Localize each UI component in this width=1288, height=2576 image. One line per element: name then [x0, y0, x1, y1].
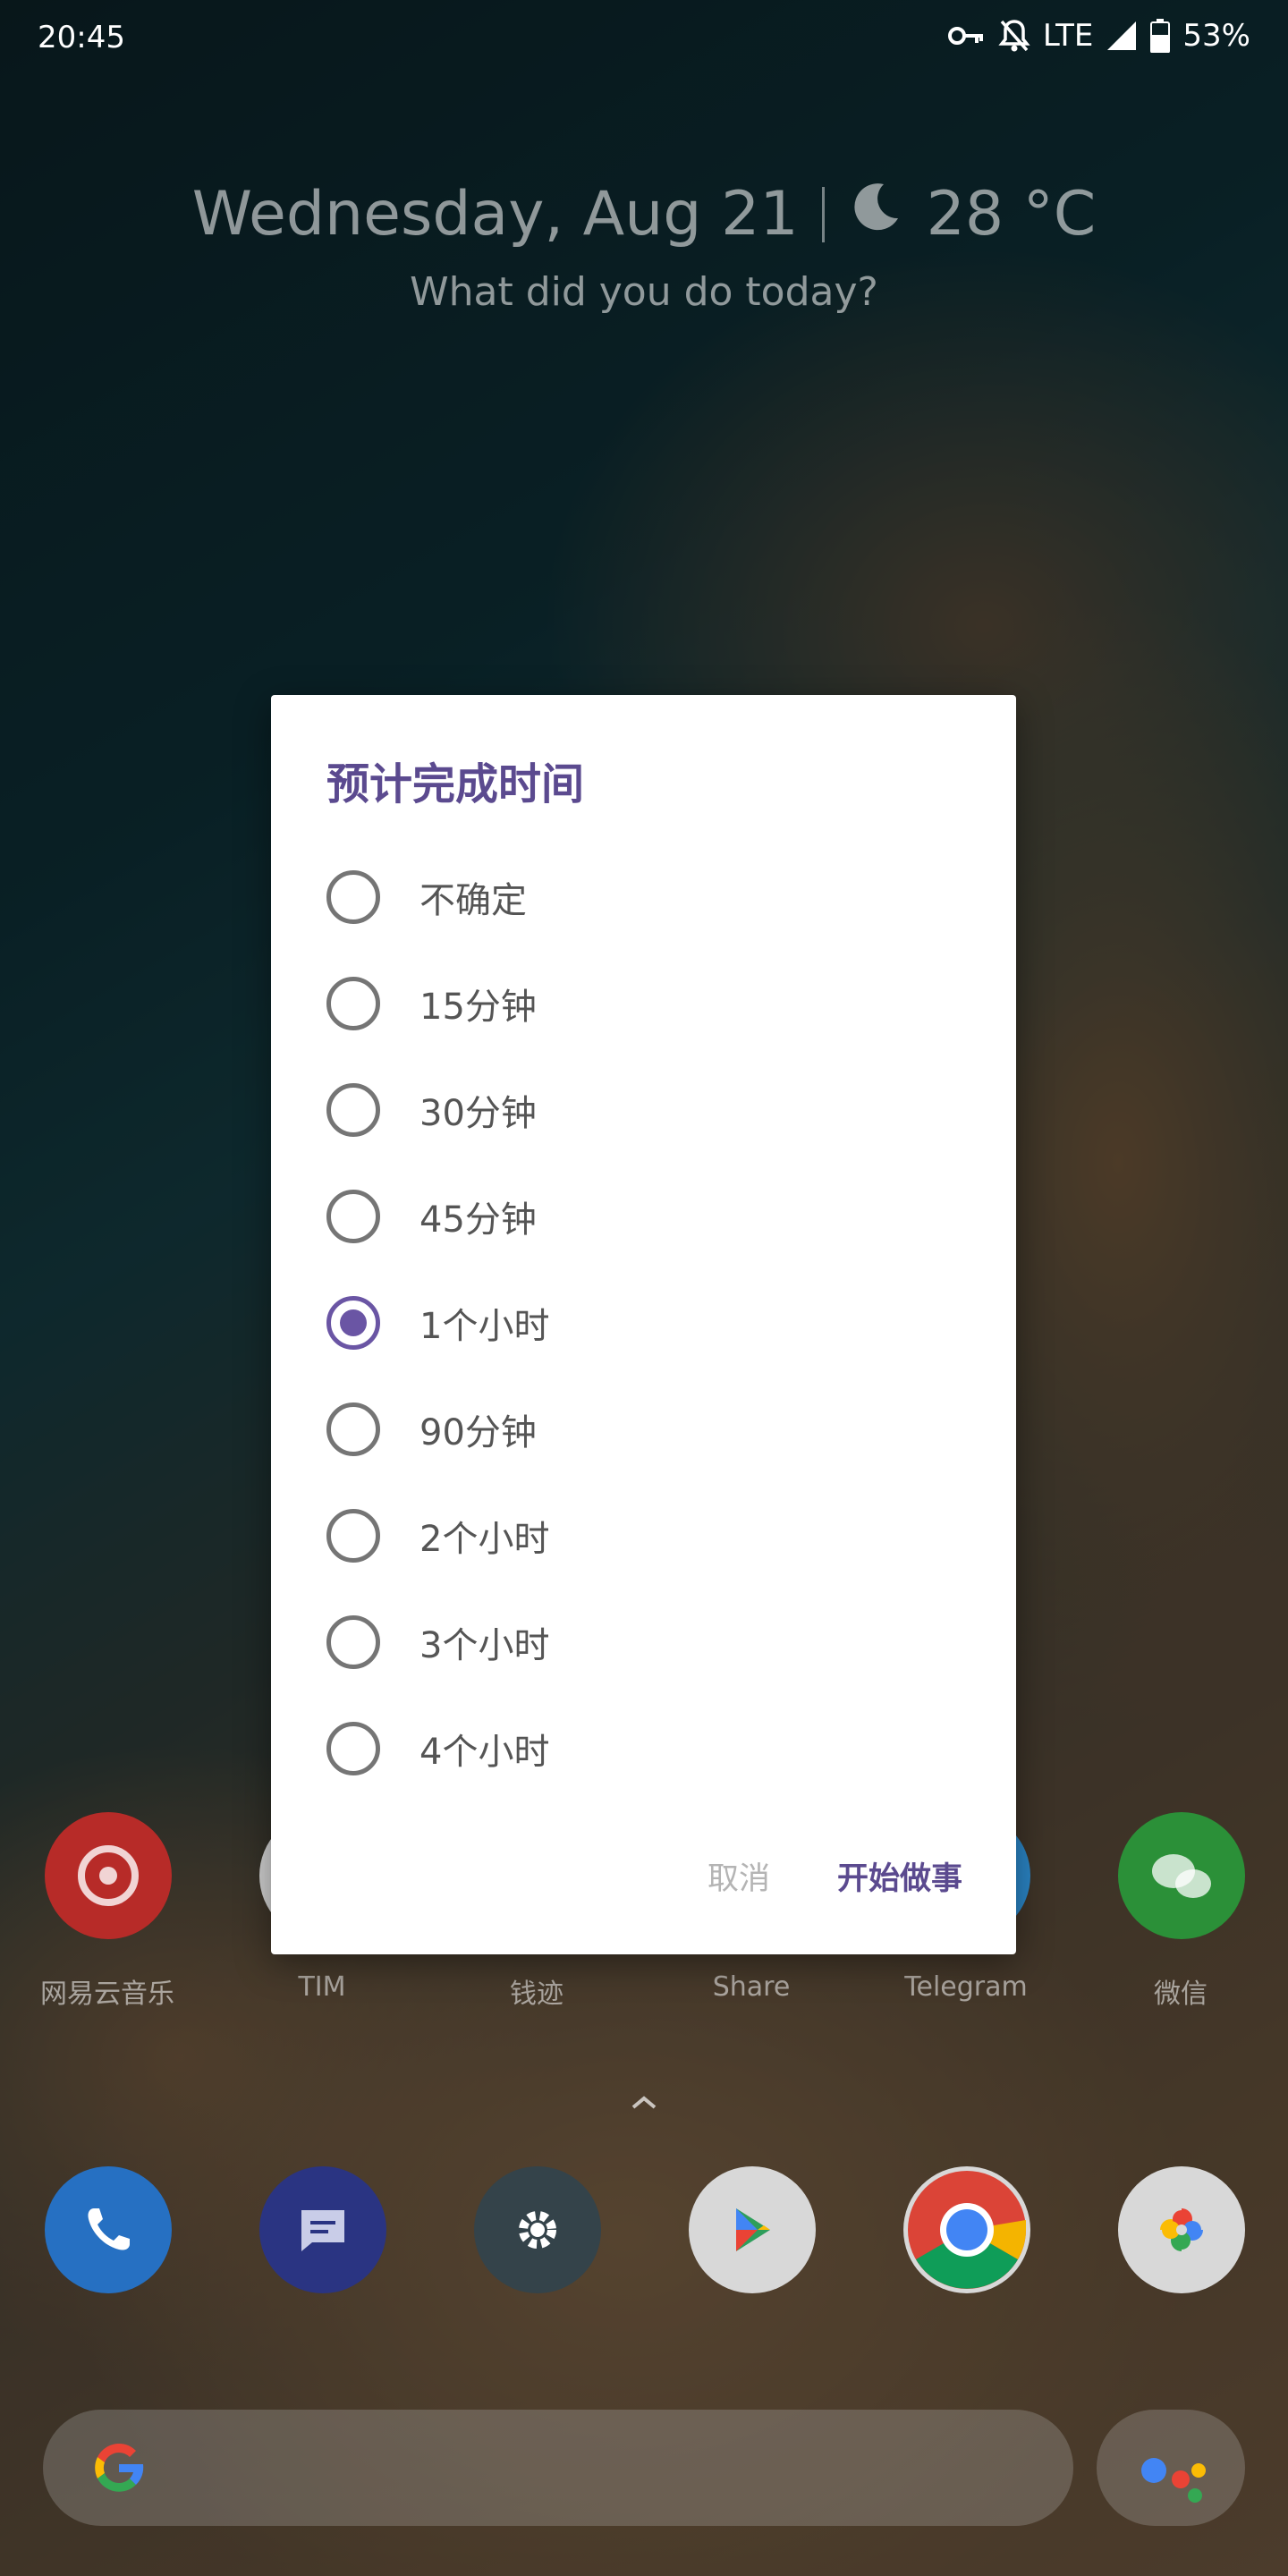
radio-button-checked[interactable]	[326, 1296, 380, 1350]
chrome-icon[interactable]	[903, 2166, 1030, 2293]
glance-subtitle: What did you do today?	[410, 269, 878, 315]
status-time: 20:45	[38, 20, 125, 55]
assistant-dot-icon	[1172, 2470, 1190, 2488]
cancel-button[interactable]: 取消	[708, 1853, 770, 1899]
battery-percent: 53%	[1182, 18, 1250, 54]
option-3-hours[interactable]: 3个小时	[326, 1597, 953, 1687]
at-a-glance-widget[interactable]: Wednesday, Aug 21 28 °C What did you do …	[0, 179, 1288, 315]
option-label: 45分钟	[419, 1199, 537, 1241]
messages-icon[interactable]	[259, 2166, 386, 2293]
chevron-up-icon[interactable]	[626, 2084, 662, 2120]
netease-music-icon[interactable]	[45, 1812, 172, 1939]
radio-button[interactable]	[326, 977, 380, 1030]
google-logo-icon	[86, 2435, 152, 2501]
app-label-tim: TIM	[298, 1971, 346, 2003]
app-label-wechat: 微信	[1154, 1979, 1208, 2010]
radio-button[interactable]	[326, 1402, 380, 1456]
settings-icon[interactable]	[474, 2166, 601, 2293]
app-label-telegram: Telegram	[904, 1971, 1028, 2003]
notifications-off-icon	[998, 18, 1030, 54]
app-label-qianji: 钱迹	[510, 1979, 564, 2010]
google-assistant-button[interactable]	[1097, 2410, 1245, 2526]
option-label: 30分钟	[419, 1093, 537, 1134]
option-label: 15分钟	[419, 987, 537, 1028]
option-label: 4个小时	[419, 1732, 550, 1773]
google-search-bar[interactable]	[43, 2410, 1073, 2526]
play-store-icon[interactable]	[689, 2166, 816, 2293]
option-label: 2个小时	[419, 1519, 550, 1560]
glance-date[interactable]: Wednesday, Aug 21	[192, 179, 799, 250]
assistant-dot-icon	[1141, 2458, 1166, 2483]
radio-button[interactable]	[326, 1615, 380, 1669]
option-30-minutes[interactable]: 30分钟	[326, 1065, 953, 1155]
option-label: 不确定	[419, 880, 527, 921]
wechat-icon[interactable]	[1118, 1812, 1245, 1939]
glance-divider	[821, 186, 825, 242]
option-4-hours[interactable]: 4个小时	[326, 1704, 953, 1793]
completion-time-dialog: 预计完成时间 不确定 15分钟 30分钟 45分钟 1个小时 90分钟 2个小时…	[271, 695, 1016, 1954]
radio-button[interactable]	[326, 1083, 380, 1137]
battery-icon	[1150, 19, 1171, 53]
radio-button[interactable]	[326, 1190, 380, 1243]
option-label: 3个小时	[419, 1625, 550, 1666]
option-15-minutes[interactable]: 15分钟	[326, 959, 953, 1048]
assistant-dot-icon	[1188, 2488, 1202, 2503]
option-label: 1个小时	[419, 1306, 550, 1347]
signal-icon	[1106, 20, 1138, 52]
radio-button[interactable]	[326, 870, 380, 924]
option-uncertain[interactable]: 不确定	[326, 852, 953, 942]
vpn-key-icon	[947, 24, 986, 47]
dialog-title: 预计完成时间	[326, 759, 585, 809]
moon-icon	[848, 179, 903, 250]
option-2-hours[interactable]: 2个小时	[326, 1491, 953, 1580]
option-90-minutes[interactable]: 90分钟	[326, 1385, 953, 1474]
photos-icon[interactable]	[1118, 2166, 1245, 2293]
app-label-share: Share	[712, 1971, 791, 2003]
option-45-minutes[interactable]: 45分钟	[326, 1172, 953, 1261]
assistant-dot-icon	[1191, 2463, 1206, 2478]
glance-temperature[interactable]: 28 °C	[927, 179, 1097, 250]
radio-button[interactable]	[326, 1722, 380, 1775]
status-bar: 20:45 LTE 53%	[0, 0, 1288, 75]
network-type: LTE	[1042, 18, 1094, 54]
option-label: 90分钟	[419, 1412, 537, 1453]
app-label-netease: 网易云音乐	[40, 1979, 174, 2010]
option-1-hour[interactable]: 1个小时	[326, 1278, 953, 1368]
phone-icon[interactable]	[45, 2166, 172, 2293]
status-icons: LTE 53%	[947, 18, 1250, 54]
start-button[interactable]: 开始做事	[837, 1853, 962, 1899]
radio-button[interactable]	[326, 1509, 380, 1563]
